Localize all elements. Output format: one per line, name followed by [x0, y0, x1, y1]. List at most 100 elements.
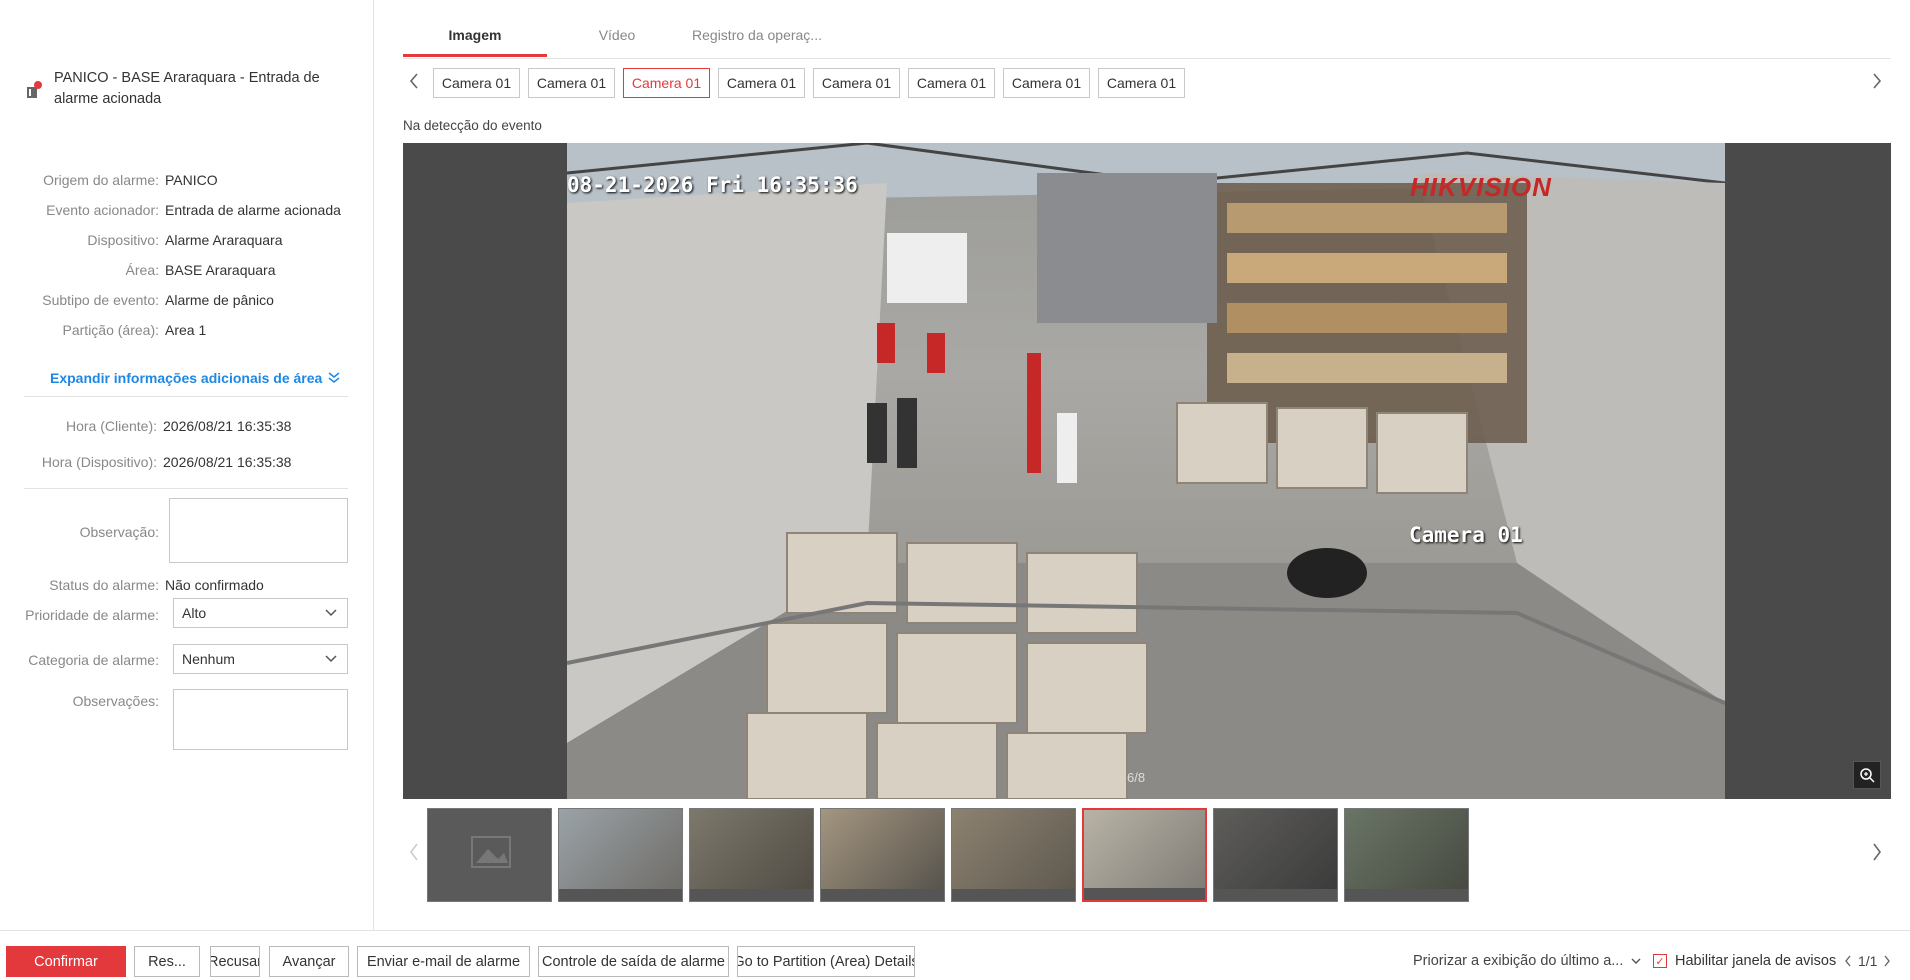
- expand-area-info-link[interactable]: Expandir informações adicionais de área: [50, 370, 340, 386]
- active-tab-indicator: [403, 54, 547, 57]
- camera-next-arrow-icon[interactable]: [1871, 72, 1883, 94]
- double-chevron-down-icon: [328, 372, 340, 383]
- camera-snapshot-image: 08-21-2026 Fri 16:35:36 HIKVISION Camera…: [567, 143, 1725, 799]
- detail-row: Evento acionador: Entrada de alarme acio…: [0, 200, 374, 220]
- alarm-title: PANICO - BASE Araraquara - Entrada de al…: [54, 70, 320, 107]
- status-label: Status do alarme:: [49, 577, 159, 593]
- detail-value: Area 1: [165, 322, 207, 338]
- camera-button-active[interactable]: Camera 01: [623, 68, 710, 98]
- image-counter: 6/8: [1127, 770, 1146, 785]
- camera-button[interactable]: Camera 01: [1003, 68, 1090, 98]
- chevron-down-icon: [325, 609, 337, 617]
- time-value: 2026/08/21 16:35:38: [163, 418, 292, 434]
- thumbnail[interactable]: [1344, 808, 1469, 902]
- thumbnail[interactable]: [558, 808, 683, 902]
- snapshot-viewer: 08-21-2026 Fri 16:35:36 HIKVISION Camera…: [403, 143, 1891, 799]
- expand-area-info-label: Expandir informações adicionais de área: [50, 370, 323, 386]
- forward-button[interactable]: Avançar: [269, 946, 349, 977]
- status-row: Status do alarme: Não confirmado: [0, 575, 374, 595]
- refuse-button[interactable]: Recusar: [210, 946, 260, 977]
- detail-value: Entrada de alarme acionada: [165, 202, 341, 218]
- thumbnail[interactable]: [689, 808, 814, 902]
- detail-label: Origem do alarme:: [43, 172, 159, 188]
- tab-video[interactable]: Vídeo: [557, 27, 677, 43]
- send-email-button[interactable]: Enviar e-mail de alarme: [357, 946, 530, 977]
- alarm-output-control-button[interactable]: Controle de saída de alarme: [538, 946, 729, 977]
- time-row: Hora (Cliente): 2026/08/21 16:35:38: [0, 416, 374, 436]
- chevron-down-icon: [1631, 958, 1641, 964]
- action-bar: Confirmar Res... Recusar Avançar Enviar …: [0, 930, 1910, 980]
- camera-prev-arrow-icon[interactable]: [408, 72, 420, 94]
- detail-value: Alarme de pânico: [165, 292, 274, 308]
- camera-button[interactable]: Camera 01: [813, 68, 900, 98]
- thumbnail-next-arrow-icon[interactable]: [1871, 842, 1883, 866]
- alarm-details-panel: PANICO - BASE Araraquara - Entrada de al…: [0, 0, 374, 930]
- detail-value: PANICO: [165, 172, 218, 188]
- prioritize-display-dropdown[interactable]: Priorizar a exibição do último a...: [1413, 953, 1641, 969]
- observation-textarea[interactable]: [169, 498, 348, 563]
- camera-button[interactable]: Camera 01: [433, 68, 520, 98]
- time-label: Hora (Cliente):: [65, 418, 157, 434]
- pager-prev-icon[interactable]: [1844, 955, 1852, 967]
- detail-label: Área:: [125, 262, 159, 278]
- camera-button[interactable]: Camera 01: [528, 68, 615, 98]
- detail-row: Dispositivo: Alarme Araraquara: [0, 230, 374, 250]
- status-value: Não confirmado: [165, 577, 264, 593]
- alarm-device-icon: [24, 80, 44, 100]
- camera-button[interactable]: Camera 01: [908, 68, 995, 98]
- time-value: 2026/08/21 16:35:38: [163, 454, 292, 470]
- thumbnail-placeholder[interactable]: [427, 808, 552, 902]
- confirm-button[interactable]: Confirmar: [6, 946, 126, 977]
- time-label: Hora (Dispositivo):: [41, 454, 157, 470]
- enable-popup-checkbox[interactable]: ✓ Habilitar janela de avisos: [1653, 953, 1836, 969]
- category-selected-value: Nenhum: [182, 651, 235, 667]
- remarks-textarea[interactable]: [173, 689, 348, 750]
- detail-label: Subtipo de evento:: [42, 292, 159, 308]
- observation-label: Observação:: [79, 524, 159, 540]
- camera-button[interactable]: Camera 01: [1098, 68, 1185, 98]
- thumbnail-active[interactable]: [1082, 808, 1207, 902]
- resolve-button[interactable]: Res...: [134, 946, 200, 977]
- event-detection-label: Na detecção do evento: [403, 118, 542, 133]
- thumbnail[interactable]: [951, 808, 1076, 902]
- prioritize-display-label: Priorizar a exibição do último a...: [1413, 953, 1624, 969]
- detail-label: Evento acionador:: [46, 202, 159, 218]
- detail-label: Dispositivo:: [87, 232, 159, 248]
- image-placeholder-icon: [471, 836, 511, 868]
- remarks-label: Observações:: [72, 693, 159, 709]
- hikvision-watermark: HIKVISION: [1410, 172, 1552, 202]
- osd-camera-label: Camera 01: [1409, 523, 1523, 547]
- thumbnail-prev-arrow-icon[interactable]: [408, 842, 420, 866]
- detail-value: Alarme Araraquara: [165, 232, 283, 248]
- camera-button[interactable]: Camera 01: [718, 68, 805, 98]
- detail-value: BASE Araraquara: [165, 262, 276, 278]
- priority-select[interactable]: Alto: [173, 598, 348, 628]
- tab-image[interactable]: Imagem: [403, 27, 547, 43]
- thumbnail[interactable]: [820, 808, 945, 902]
- category-select[interactable]: Nenhum: [173, 644, 348, 674]
- detail-row: Origem do alarme: PANICO: [0, 170, 374, 190]
- thumbnail[interactable]: [1213, 808, 1338, 902]
- chevron-down-icon: [325, 655, 337, 663]
- partition-details-button[interactable]: Go to Partition (Area) Details: [737, 946, 915, 977]
- detail-row: Partição (área): Area 1: [0, 320, 374, 340]
- alarm-title-row: PANICO - BASE Araraquara - Entrada de al…: [24, 68, 354, 110]
- category-label: Categoria de alarme:: [28, 652, 159, 668]
- enable-popup-label: Habilitar janela de avisos: [1675, 953, 1837, 969]
- pager-text: 1/1: [1858, 953, 1878, 969]
- detail-label: Partição (área):: [62, 322, 159, 338]
- pager-next-icon[interactable]: [1883, 955, 1891, 967]
- priority-label: Prioridade de alarme:: [25, 607, 159, 623]
- detail-row: Subtipo de evento: Alarme de pânico: [0, 290, 374, 310]
- time-row: Hora (Dispositivo): 2026/08/21 16:35:38: [0, 452, 374, 472]
- tab-operation-log[interactable]: Registro da operaç...: [677, 27, 837, 43]
- checkmark-icon: ✓: [1653, 954, 1667, 968]
- priority-selected-value: Alto: [182, 605, 207, 621]
- zoom-in-icon[interactable]: [1853, 761, 1881, 789]
- detail-row: Área: BASE Araraquara: [0, 260, 374, 280]
- divider: [24, 488, 348, 489]
- pager: 1/1: [1844, 953, 1891, 969]
- tab-divider: [403, 58, 1891, 59]
- divider: [24, 396, 348, 397]
- osd-timestamp: 08-21-2026 Fri 16:35:36: [567, 173, 858, 197]
